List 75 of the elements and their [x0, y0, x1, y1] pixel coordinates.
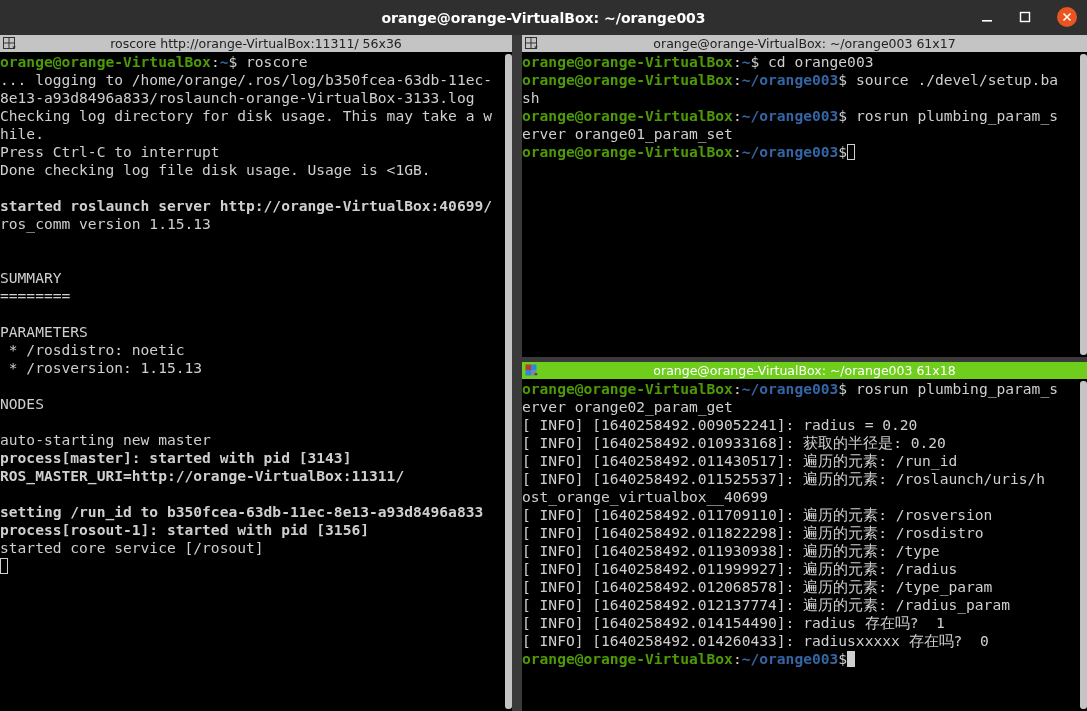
- prompt-path: ~/orange003: [741, 71, 839, 89]
- terminal-text: $ source ./devel/setup.ba: [838, 71, 1058, 89]
- terminal-text: [ INFO] [1640258492.011999927]: 遍历的元素: /radius: [522, 560, 958, 578]
- terminal-text: erver orange02_param_get: [522, 398, 733, 416]
- scrollbar[interactable]: [505, 54, 512, 709]
- pane-title: orange@orange-VirtualBox: ~/orange003 61x17: [653, 36, 956, 51]
- terminal-text: :: [210, 53, 220, 71]
- terminal-text: [ INFO] [1640258492.010933168]: 获取的半径是: 0.20: [522, 434, 946, 452]
- window-title: orange@orange-VirtualBox: ~/orange003: [381, 9, 706, 26]
- prompt-user: orange@orange-VirtualBox: [0, 53, 211, 71]
- terminal-text: hile.: [0, 125, 44, 143]
- terminal-text: Checking log directory for disk usage. This may take a w: [0, 107, 493, 125]
- prompt-user: orange@orange-VirtualBox: [522, 143, 733, 161]
- terminal-text: auto-starting new master: [0, 431, 211, 449]
- terminal-text: * /rosdistro: noetic: [7, 341, 185, 359]
- terminal-text: [ INFO] [1640258492.011930938]: 遍历的元素: /type: [522, 542, 940, 560]
- scrollbar[interactable]: [1080, 54, 1087, 355]
- prompt-path: ~/orange003: [741, 107, 839, 125]
- terminal-text: $ roscore: [228, 53, 308, 71]
- terminal-text: :: [732, 71, 742, 89]
- terminal-text: [ INFO] [1640258492.011822298]: 遍历的元素: /rosdistro: [522, 524, 984, 542]
- terminal-text: ROS_MASTER_URI=http://orange-VirtualBox:11311/: [0, 467, 405, 485]
- terminal-text: ros_comm version 1.15.13: [0, 215, 211, 233]
- prompt-user: orange@orange-VirtualBox: [522, 107, 733, 125]
- terminal-text: [ INFO] [1640258492.014154490]: radius 存在吗? 1: [522, 614, 945, 632]
- grid-icon[interactable]: [525, 37, 539, 50]
- prompt-path: ~: [219, 53, 229, 71]
- grid-icon[interactable]: [3, 37, 17, 50]
- terminal-text: ... logging to /home/orange/.ros/log/b350fcea-63db-11ec-: [0, 71, 493, 89]
- maximize-icon[interactable]: [1019, 11, 1031, 23]
- pane-title: roscore http://orange-VirtualBox:11311/ 56x36: [110, 36, 402, 51]
- terminal-text: $ cd orange003: [750, 53, 874, 71]
- terminal-text: process[rosout-1]: started with pid [3156]: [0, 521, 370, 539]
- terminal-text: [ INFO] [1640258492.014260433]: radiusxxxxx 存在吗? 0: [522, 632, 989, 650]
- terminal-text: $: [838, 650, 848, 668]
- terminal-text: $ rosrun plumbing_param_s: [838, 107, 1058, 125]
- terminal-text: PARAMETERS: [0, 323, 88, 341]
- terminal-text: [ INFO] [1640258492.012068578]: 遍历的元素: /type_param: [522, 578, 993, 596]
- prompt-path: ~/orange003: [741, 143, 839, 161]
- terminal-text: Done checking log file disk usage. Usage is <1GB.: [0, 161, 431, 179]
- terminal-text: $ rosrun plumbing_param_s: [838, 380, 1058, 398]
- terminal-text: started roslaunch server http://orange-VirtualBox:40699/: [0, 197, 493, 215]
- prompt-path: ~/orange003: [741, 380, 839, 398]
- terminal-text: Press Ctrl-C to interrupt: [0, 143, 220, 161]
- close-icon[interactable]: [1057, 7, 1077, 27]
- pane-title: orange@orange-VirtualBox: ~/orange003 61x18: [653, 363, 956, 378]
- terminal-text: [ INFO] [1640258492.011709110]: 遍历的元素: /rosversion: [522, 506, 993, 524]
- terminal-text: :: [732, 53, 742, 71]
- terminal-text: ========: [0, 287, 71, 305]
- terminal-text: started core service [/rosout]: [0, 539, 264, 557]
- terminal-text: [ INFO] [1640258492.012137774]: 遍历的元素: /radius_param: [522, 596, 1010, 614]
- prompt-path: ~: [741, 53, 751, 71]
- terminal-text: [ INFO] [1640258492.009052241]: radius = 0.20: [522, 416, 918, 434]
- terminal-text: NODES: [0, 395, 44, 413]
- terminal-text: process[master]: started with pid [3143]: [0, 449, 352, 467]
- terminal-text: setting /run_id to b350fcea-63db-11ec-8e13-a93d8496a833: [0, 503, 484, 521]
- terminal-text: erver orange01_param_set: [522, 125, 733, 143]
- terminal-text: SUMMARY: [0, 269, 62, 287]
- prompt-user: orange@orange-VirtualBox: [522, 71, 733, 89]
- terminal-text: ost_orange_virtualbox__40699: [522, 488, 768, 506]
- terminal-text: sh: [522, 89, 540, 107]
- prompt-user: orange@orange-VirtualBox: [522, 53, 733, 71]
- terminal-text: [ INFO] [1640258492.011525537]: 遍历的元素: /roslaunch/uris/h: [522, 470, 1046, 488]
- prompt-path: ~/orange003: [741, 650, 839, 668]
- scrollbar[interactable]: [1080, 381, 1087, 709]
- terminal-text: :: [732, 650, 742, 668]
- terminal-text: * /rosversion: 1.15.13: [7, 359, 203, 377]
- terminal-text: $: [838, 143, 848, 161]
- prompt-user: orange@orange-VirtualBox: [522, 650, 733, 668]
- terminal-text: :: [732, 107, 742, 125]
- terminal-text: :: [732, 143, 742, 161]
- terminal-text: :: [732, 380, 742, 398]
- terminal-text: 8e13-a93d8496a833/roslaunch-orange-VirtualBox-3133.log: [0, 89, 475, 107]
- prompt-user: orange@orange-VirtualBox: [522, 380, 733, 398]
- terminal-text: [ INFO] [1640258492.011430517]: 遍历的元素: /run_id: [522, 452, 958, 470]
